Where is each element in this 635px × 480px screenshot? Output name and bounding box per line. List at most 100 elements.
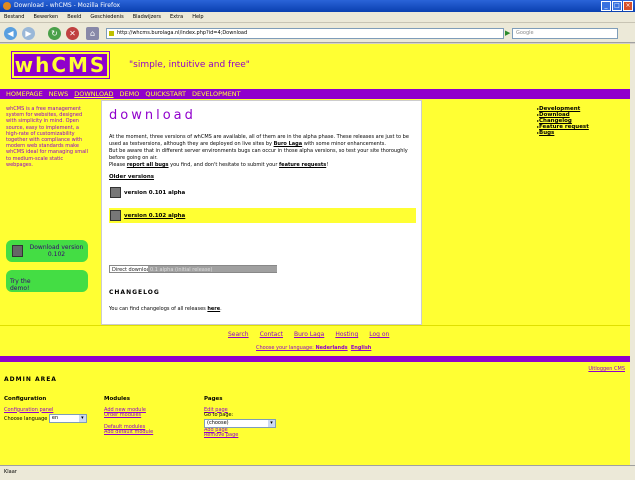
changelog-end: . [220, 306, 222, 312]
demo-button-label: Try the demo! [10, 278, 31, 292]
chevron-down-icon: ▾ [268, 419, 275, 427]
site-nav: HOMEPAGE NEWS DOWNLOAD DEMO QUICKSTART D… [0, 89, 630, 99]
add-default-module-link[interactable]: Add default module [104, 429, 153, 436]
nav-download[interactable]: DOWNLOAD [74, 89, 113, 99]
site-logo[interactable]: whCMS [11, 51, 110, 79]
status-bar: Klaar [0, 465, 635, 480]
intro-text-4c: ! [326, 162, 329, 168]
window-titlebar: Download - whCMS - Mozilla Firefox _ □ × [0, 0, 635, 12]
intro-text-4a: Please [109, 162, 127, 168]
go-icon[interactable]: ▶ [505, 28, 511, 39]
footer-search-link[interactable]: Search [228, 331, 249, 338]
url-text: http://whcms.burolaga.nl/index.php?id=4;… [117, 30, 248, 36]
stop-icon[interactable]: ✕ [66, 27, 79, 40]
download-button-label: Download version 0.102 [29, 244, 84, 258]
menu-geschiedenis[interactable]: Geschiedenis [90, 12, 123, 22]
tooltip-prefix: Direct download [112, 267, 153, 273]
version-0101-link[interactable]: version 0.101 alpha [110, 187, 185, 198]
footer-links: Search Contact Buro Laga Hosting Log on [228, 331, 389, 338]
url-bar[interactable]: http://whcms.burolaga.nl/index.php?id=4;… [106, 28, 504, 39]
buro-laga-link[interactable]: Buro Laga [274, 141, 303, 147]
intro-paragraph: At the moment, three versions of whCMS a… [109, 134, 417, 169]
intro-text-4b: you find, and don't hesitate to submit y… [168, 162, 279, 168]
remove-page-link[interactable]: Remove page [204, 432, 276, 439]
right-sidebar: Development Download Changelog Feature r… [422, 100, 630, 325]
close-icon[interactable]: × [623, 1, 633, 11]
favicon-icon [109, 31, 114, 36]
changelog-here-link[interactable]: here [207, 306, 220, 312]
lang-nl-link[interactable]: Nederlands [315, 345, 347, 351]
nav-quickstart[interactable]: QUICKSTART [145, 89, 186, 99]
archive-icon [110, 187, 121, 198]
language-select[interactable]: en ▾ [48, 414, 87, 423]
intro-text: whCMS is a free management system for we… [6, 106, 88, 168]
archive-icon [110, 210, 121, 221]
admin-configuration: Configuration Configuration panel Choose… [4, 396, 87, 423]
tooltip-text: 0.1 alpha (initial release) [148, 266, 277, 273]
status-text: Klaar [4, 469, 17, 475]
search-input[interactable]: Google [512, 28, 618, 39]
page-select-value: (choose) [207, 419, 229, 426]
menu-beeld[interactable]: Beeld [67, 12, 81, 22]
maximize-icon[interactable]: □ [612, 1, 622, 11]
admin-modules: Modules Add new module Order modules Def… [104, 396, 153, 436]
minimize-icon[interactable]: _ [601, 1, 611, 11]
chevron-down-icon: ▾ [78, 415, 86, 422]
quick-link-bugs[interactable]: Bugs [537, 130, 589, 136]
site-slogan: "simple, intuitive and free" [129, 60, 250, 70]
nav-news[interactable]: NEWS [49, 89, 69, 99]
intro-text-2: with some minor enhancements. [302, 141, 386, 147]
pages-heading: Pages [204, 396, 223, 402]
search-placeholder: Google [516, 30, 534, 36]
nav-development[interactable]: DEVELOPMENT [192, 89, 241, 99]
forward-icon[interactable]: ▶ [22, 27, 35, 40]
demo-button[interactable]: Try the demo! [6, 270, 88, 292]
archive-icon [12, 245, 23, 257]
choose-language-label: Choose language [4, 416, 48, 422]
home-icon[interactable]: ⌂ [86, 27, 99, 40]
version-0101-label: version 0.101 alpha [124, 189, 186, 196]
window-title: Download - whCMS - Mozilla Firefox [14, 2, 121, 9]
lang-en-link[interactable]: English [351, 345, 372, 351]
main-content: download At the moment, three versions o… [101, 100, 422, 325]
configuration-heading: Configuration [4, 396, 47, 402]
menu-help[interactable]: Help [192, 12, 203, 22]
window-controls: _ □ × [601, 1, 633, 11]
changelog-heading: CHANGELOG [109, 289, 160, 296]
download-tooltip: Direct download 0.1 alpha (initial relea… [109, 265, 277, 273]
footer-logon-link[interactable]: Log on [369, 331, 389, 338]
firefox-icon [3, 2, 11, 10]
menu-bewerken[interactable]: Bewerken [33, 12, 58, 22]
page-select[interactable]: (choose) ▾ [204, 418, 276, 428]
changelog-body: You can find changelogs of all releases [109, 306, 208, 312]
menu-extra[interactable]: Extra [170, 12, 183, 22]
configuration-panel-link[interactable]: Configuration panel [4, 407, 87, 414]
footer-contact-link[interactable]: Contact [260, 331, 283, 338]
intro-text-3: But be aware that in different server en… [109, 148, 408, 161]
language-chooser: Choose your language: Nederlands English [256, 345, 371, 351]
admin-pages: Pages Edit page Go to page: (choose) ▾ A… [204, 396, 276, 439]
language-select-value: en [51, 415, 59, 421]
download-button[interactable]: Download version 0.102 [6, 240, 88, 262]
nav-demo[interactable]: DEMO [120, 89, 140, 99]
menu-bestand[interactable]: Bestand [4, 12, 24, 22]
version-0102-link[interactable]: version 0.102 alpha [110, 210, 185, 221]
menu-bladwijzers[interactable]: Bladwijzers [133, 12, 161, 22]
quick-links: Development Download Changelog Feature r… [537, 106, 589, 136]
changelog-text: You can find changelogs of all releases … [109, 306, 417, 313]
footer-hosting-link[interactable]: Hosting [335, 331, 358, 338]
vertical-scrollbar[interactable] [630, 44, 635, 465]
back-icon[interactable]: ◀ [4, 27, 17, 40]
left-sidebar: whCMS is a free management system for we… [0, 100, 101, 325]
version-0102-label: version 0.102 alpha [124, 212, 186, 219]
reload-icon[interactable]: ↻ [48, 27, 61, 40]
report-bugs-link[interactable]: report all bugs [127, 162, 169, 168]
logout-link[interactable]: Uitloggen CMS [588, 366, 625, 372]
site-header: whCMS "simple, intuitive and free" [0, 44, 630, 88]
navigation-toolbar: ◀ ▶ ↻ ✕ ⌂ http://whcms.burolaga.nl/index… [0, 23, 635, 43]
older-versions-heading: Older versions [109, 174, 155, 180]
feature-requests-link[interactable]: feature requests [279, 162, 326, 168]
footer-burolaga-link[interactable]: Buro Laga [294, 331, 324, 338]
modules-heading: Modules [104, 396, 130, 402]
nav-homepage[interactable]: HOMEPAGE [6, 89, 43, 99]
